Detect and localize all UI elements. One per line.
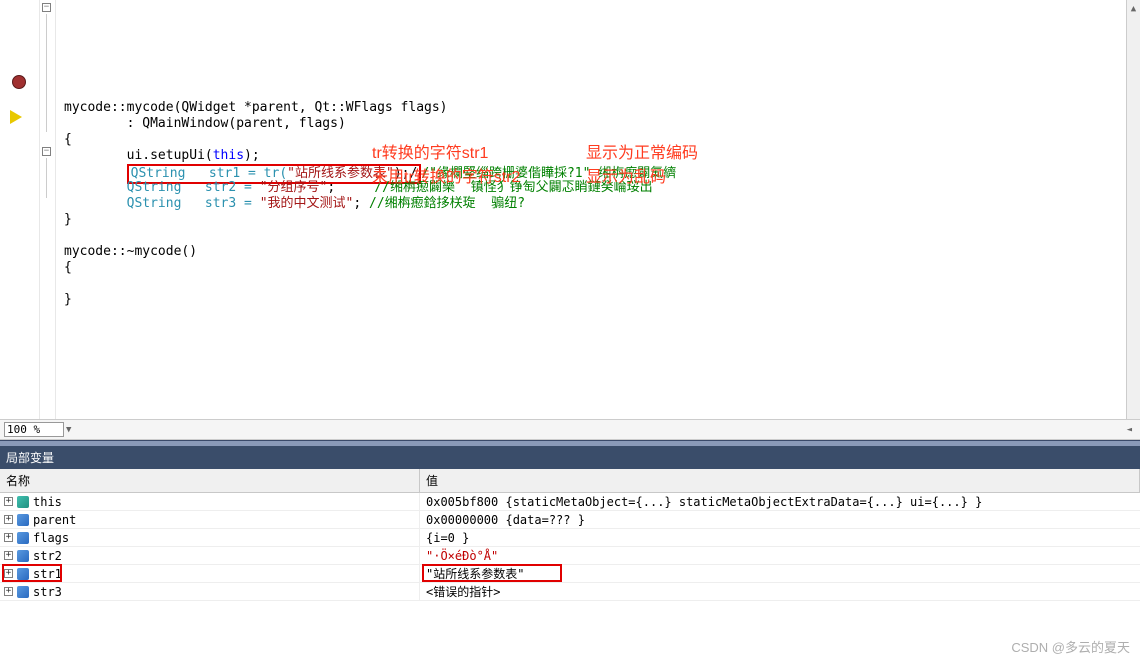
variable-value: "·Ö×éÐò°Å" (420, 549, 1140, 563)
code-line[interactable] (64, 276, 1118, 292)
variable-value: 0x00000000 {data=??? } (420, 513, 1140, 527)
variable-value: {i=0 } (420, 531, 1140, 545)
variable-value: <错误的指针> (420, 583, 1140, 600)
variable-name: flags (33, 531, 69, 545)
fold-toggle-icon[interactable]: − (42, 3, 51, 12)
variable-value: "站所线系参数表" (420, 565, 1140, 582)
code-line[interactable]: : QMainWindow(parent, flags) (64, 116, 1118, 132)
annotation-text: 显示为正常编码 (586, 146, 698, 162)
variable-icon (17, 550, 29, 562)
expand-toggle-icon[interactable]: + (4, 533, 13, 542)
current-line-arrow-icon (10, 110, 22, 124)
variable-name: str2 (33, 549, 62, 563)
code-viewport: − − tr转换的字符str1 显示为正常编码 未用tr转换的字符str2 显示… (0, 0, 1140, 419)
fold-toggle-icon[interactable]: − (42, 147, 51, 156)
zoom-select[interactable]: 100 % (4, 422, 64, 437)
variable-name: str3 (33, 585, 62, 599)
code-content[interactable]: tr转换的字符str1 显示为正常编码 未用tr转换的字符str2 显示为乱码 … (56, 0, 1126, 419)
fold-gutter[interactable]: − − (40, 0, 56, 419)
locals-header: 名称 值 (0, 469, 1140, 493)
panel-title: 局部变量 (0, 446, 1140, 469)
variable-name: str1 (33, 567, 62, 581)
variable-row[interactable]: + this 0x005bf800 {staticMetaObject={...} … (0, 493, 1140, 511)
code-line[interactable]: } (64, 292, 1118, 308)
annotation-text: 未用tr转换的字符str2 (372, 170, 520, 186)
expand-toggle-icon[interactable]: + (4, 569, 13, 578)
variable-icon (17, 586, 29, 598)
editor-footer: 100 % ▼ ◄ (0, 419, 1140, 439)
breakpoint-gutter[interactable] (0, 0, 40, 419)
expand-toggle-icon[interactable]: + (4, 587, 13, 596)
code-line[interactable]: { (64, 260, 1118, 276)
annotation-text: tr转换的字符str1 (372, 146, 488, 162)
locals-rows: + this 0x005bf800 {staticMetaObject={...} … (0, 493, 1140, 662)
column-name[interactable]: 名称 (0, 469, 420, 492)
variable-name: parent (33, 513, 76, 527)
variable-value: 0x005bf800 {staticMetaObject={...} stati… (420, 495, 1140, 509)
scroll-up-button[interactable]: ▲ (1126, 0, 1140, 419)
variable-row[interactable]: + parent 0x00000000 {data=??? } (0, 511, 1140, 529)
variable-row[interactable]: + str2 "·Ö×éÐò°Å" (0, 547, 1140, 565)
code-line[interactable]: mycode::mycode(QWidget *parent, Qt::WFla… (64, 100, 1118, 116)
variable-icon (17, 568, 29, 580)
variable-row[interactable]: + str3 <错误的指针> (0, 583, 1140, 601)
variable-row[interactable]: + str1 "站所线系参数表" (0, 565, 1140, 583)
code-editor: − − tr转换的字符str1 显示为正常编码 未用tr转换的字符str2 显示… (0, 0, 1140, 440)
chevron-down-icon[interactable]: ▼ (66, 425, 71, 435)
scroll-left-button[interactable]: ◄ (1123, 425, 1136, 435)
locals-panel: 局部变量 名称 值 + this 0x005bf800 {staticMetaObj… (0, 446, 1140, 662)
variable-icon (17, 496, 29, 508)
variable-icon (17, 532, 29, 544)
variable-icon (17, 514, 29, 526)
code-line[interactable] (64, 228, 1118, 244)
variable-name: this (33, 495, 62, 509)
variable-row[interactable]: + flags {i=0 } (0, 529, 1140, 547)
expand-toggle-icon[interactable]: + (4, 497, 13, 506)
code-line[interactable]: QString str3 = "我的中文测试"; //缃栴瘛鋡拸栚琁 骟纽? (64, 196, 1118, 212)
watermark-text: CSDN @多云的夏天 (1011, 637, 1130, 656)
annotation-text: 显示为乱码 (586, 170, 666, 186)
code-line[interactable]: mycode::~mycode() (64, 244, 1118, 260)
expand-toggle-icon[interactable]: + (4, 551, 13, 560)
breakpoint-icon[interactable] (12, 75, 26, 89)
expand-toggle-icon[interactable]: + (4, 515, 13, 524)
code-line[interactable]: } (64, 212, 1118, 228)
column-value[interactable]: 值 (420, 469, 1140, 492)
